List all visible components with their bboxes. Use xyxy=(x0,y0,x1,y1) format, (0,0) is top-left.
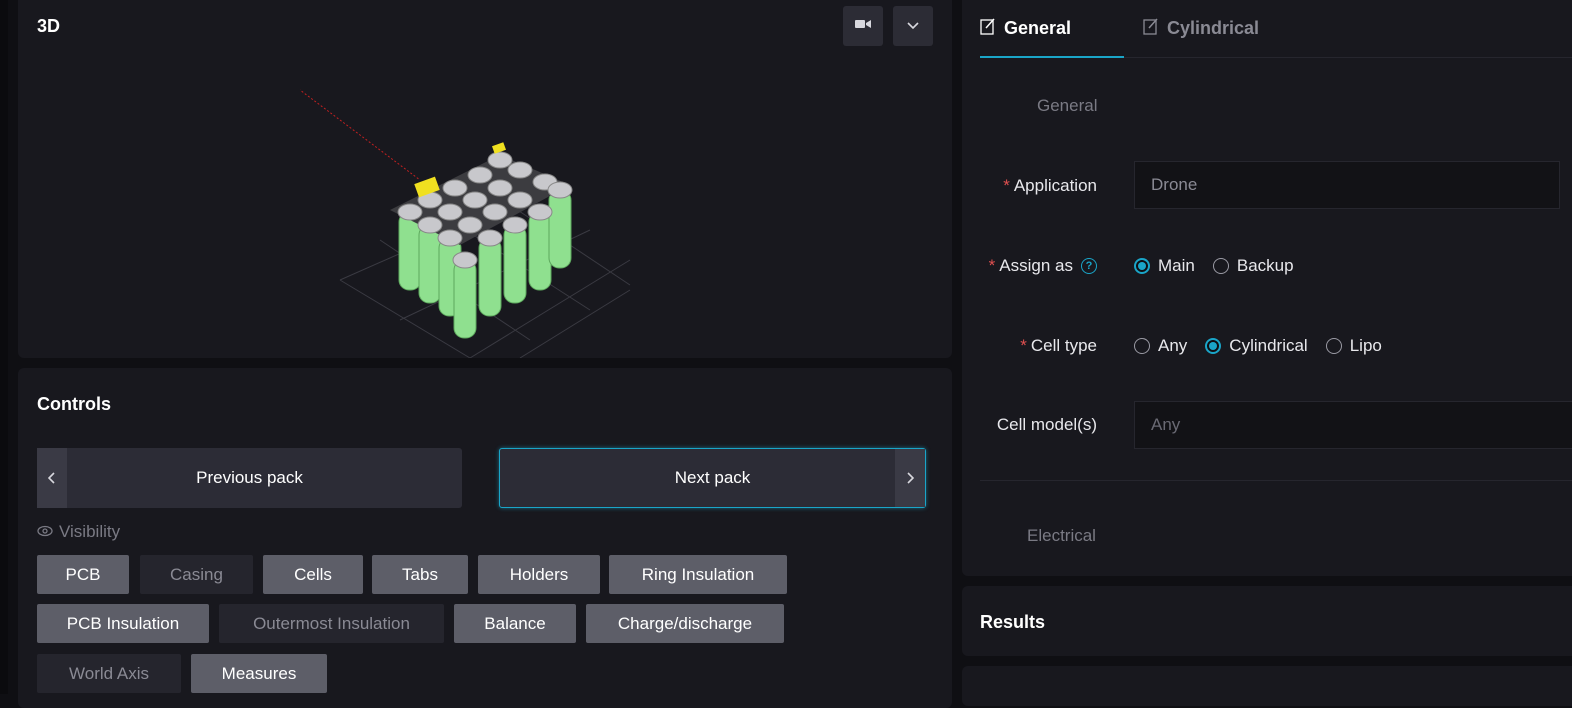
previous-pack-label: Previous pack xyxy=(196,468,303,487)
next-pack-button[interactable]: Next pack xyxy=(499,448,926,508)
radio-backup-circle xyxy=(1212,258,1229,274)
application-input[interactable]: Drone xyxy=(1134,161,1560,209)
viewer-options-dropdown[interactable] xyxy=(893,6,933,46)
cell-models-label: Cell model(s) xyxy=(996,415,1097,434)
radio-lipo[interactable]: Lipo xyxy=(1325,336,1382,356)
section-divider xyxy=(980,480,1572,481)
results-panel xyxy=(962,586,1572,656)
radio-cylindrical-circle xyxy=(1205,338,1222,354)
toggle-holders[interactable]: Holders xyxy=(478,555,600,594)
results-content-panel xyxy=(962,666,1572,706)
battery-cell xyxy=(503,224,527,304)
radio-main-label: Main xyxy=(1158,256,1195,275)
toggle-charge-discharge[interactable]: Charge/discharge xyxy=(586,604,784,643)
radio-main[interactable]: Main xyxy=(1134,256,1195,276)
edit-icon xyxy=(1143,17,1159,40)
toggle-pcb[interactable]: PCB xyxy=(37,555,129,594)
cell-type-label-text: Cell type xyxy=(1030,336,1097,355)
edit-icon xyxy=(980,17,996,40)
assign-as-label-text: Assign as xyxy=(999,256,1073,275)
battery-cell xyxy=(478,237,502,317)
camera-button[interactable] xyxy=(843,6,883,46)
settings-panel xyxy=(962,0,1572,576)
cell-models-select[interactable]: Any xyxy=(1134,401,1572,449)
battery-cell xyxy=(548,189,572,269)
tab-cylindrical-label: Cylindrical xyxy=(1167,17,1260,38)
eye-icon xyxy=(37,522,53,542)
assign-as-radio-group: Main Backup xyxy=(1134,256,1312,276)
radio-any[interactable]: Any xyxy=(1134,336,1187,356)
results-title: Results xyxy=(980,612,1046,632)
radio-any-label: Any xyxy=(1158,336,1188,355)
section-electrical-heading: Electrical xyxy=(1027,526,1096,545)
toggle-world-axis[interactable]: World Axis xyxy=(37,654,181,693)
cell-type-radio-group: Any Cylindrical Lipo xyxy=(1134,336,1400,356)
video-camera-icon xyxy=(855,17,871,35)
required-mark: * xyxy=(1020,336,1027,355)
application-label: * Application xyxy=(1003,176,1097,196)
section-general-heading: General xyxy=(1037,96,1098,115)
toggle-pcb-insulation[interactable]: PCB Insulation xyxy=(37,604,209,643)
radio-any-circle xyxy=(1134,338,1150,354)
toggle-cells[interactable]: Cells xyxy=(263,555,363,594)
required-mark: * xyxy=(1003,176,1010,195)
battery-cell xyxy=(453,259,477,339)
previous-pack-button[interactable]: Previous pack xyxy=(37,448,462,508)
toggle-casing[interactable]: Casing xyxy=(140,555,253,594)
application-value: Drone xyxy=(1151,175,1198,194)
cell-models-placeholder: Any xyxy=(1151,415,1181,434)
radio-cylindrical[interactable]: Cylindrical xyxy=(1205,336,1308,356)
tab-cylindrical[interactable]: Cylindrical xyxy=(1143,0,1259,56)
toggle-balance[interactable]: Balance xyxy=(454,604,576,643)
chevron-right-icon xyxy=(895,449,925,507)
radio-cylindrical-label: Cylindrical xyxy=(1229,336,1308,355)
assign-as-label: * Assign as ? xyxy=(989,256,1097,276)
radio-backup-label: Backup xyxy=(1236,256,1294,275)
next-pack-label: Next pack xyxy=(674,468,751,487)
left-sidebar-edge xyxy=(0,0,8,694)
radio-main-circle xyxy=(1134,258,1150,274)
toggle-outermost-insulation[interactable]: Outermost Insulation xyxy=(219,604,444,643)
active-tab-indicator xyxy=(980,56,1124,58)
help-icon[interactable]: ? xyxy=(1081,258,1097,274)
visibility-text: Visibility xyxy=(59,522,121,541)
toggle-ring-insulation[interactable]: Ring Insulation xyxy=(609,555,787,594)
viewer-title: 3D xyxy=(37,16,61,36)
radio-backup[interactable]: Backup xyxy=(1212,256,1294,276)
toggle-tabs[interactable]: Tabs xyxy=(372,555,468,594)
visibility-label: Visibility xyxy=(37,522,120,542)
required-mark: * xyxy=(988,256,996,275)
toggle-measures[interactable]: Measures xyxy=(191,654,327,693)
tab-general-label: General xyxy=(1004,17,1072,38)
tab-general[interactable]: General xyxy=(980,0,1071,56)
cell-type-label: * Cell type xyxy=(1020,336,1097,356)
application-label-text: Application xyxy=(1013,176,1097,195)
chevron-left-icon xyxy=(37,448,67,508)
controls-title: Controls xyxy=(37,394,111,414)
chevron-down-icon xyxy=(907,17,919,35)
battery-pack-3d-view[interactable] xyxy=(259,40,700,359)
radio-lipo-circle xyxy=(1325,338,1342,354)
radio-lipo-label: Lipo xyxy=(1349,336,1382,355)
battery-cell xyxy=(528,211,552,291)
